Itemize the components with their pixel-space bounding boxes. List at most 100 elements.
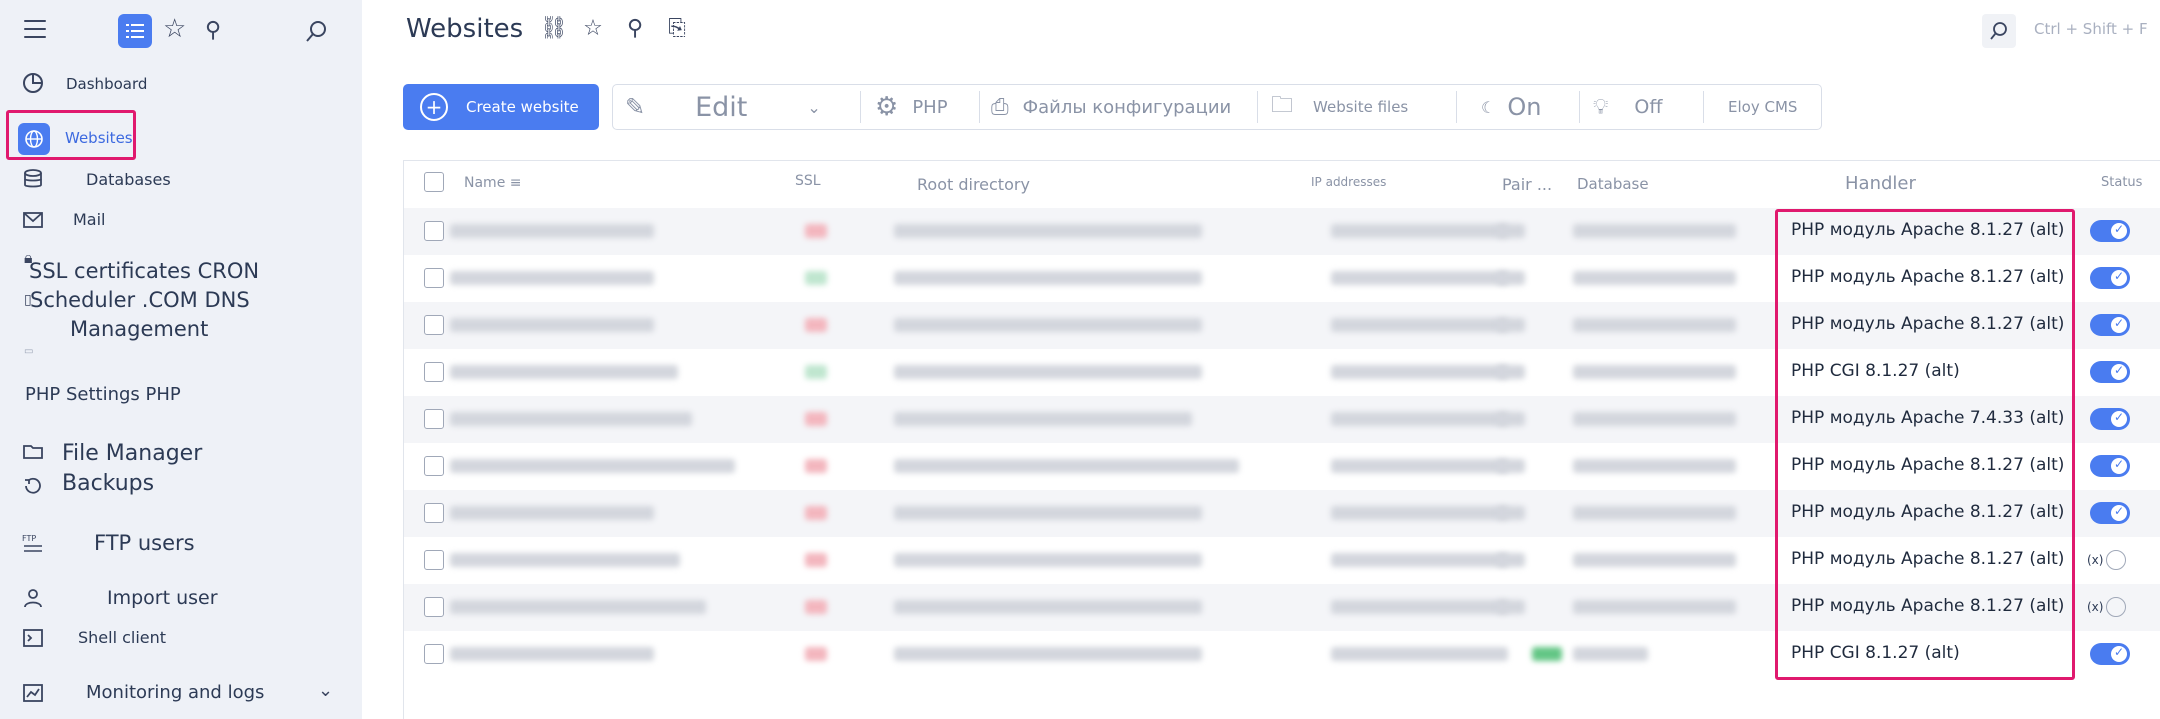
status-toggle[interactable]: ✓ bbox=[2090, 408, 2130, 430]
redacted-cell bbox=[1497, 506, 1525, 520]
column-status[interactable]: Status bbox=[2101, 175, 2142, 190]
status-toggle[interactable]: ✓ bbox=[2090, 314, 2130, 336]
redacted-cell bbox=[894, 412, 1192, 426]
sidebar: ☆ ⚲ Dashboard Websites Databases Mail 🔒︎… bbox=[0, 0, 362, 719]
star-icon[interactable]: ☆ bbox=[582, 16, 604, 41]
row-checkbox[interactable] bbox=[424, 268, 444, 288]
sidebar-item-monitoring[interactable]: Monitoring and logs bbox=[86, 682, 264, 703]
sidebar-item-databases[interactable]: Databases bbox=[86, 170, 171, 189]
status-toggle-off[interactable]: (x) bbox=[2087, 597, 2127, 617]
status-toggle[interactable]: ✓ bbox=[2090, 643, 2130, 665]
svg-text:FTP: FTP bbox=[22, 534, 36, 543]
row-checkbox[interactable] bbox=[424, 315, 444, 335]
sidebar-item-dashboard[interactable]: Dashboard bbox=[66, 75, 147, 93]
redacted-cell bbox=[805, 459, 827, 473]
column-name[interactable]: Name ≡ bbox=[464, 175, 521, 191]
config-files-button[interactable]: ⎙ Файлы конфигурации bbox=[991, 85, 1231, 129]
check-icon: ✓ bbox=[2113, 410, 2124, 424]
link-icon[interactable]: ⛓ bbox=[540, 16, 568, 41]
sidebar-item-file-manager[interactable]: File Manager bbox=[62, 441, 202, 466]
database-icon bbox=[24, 169, 42, 188]
redacted-cell bbox=[1573, 647, 1648, 661]
menu-icon[interactable] bbox=[24, 20, 46, 40]
status-toggle[interactable]: ✓ bbox=[2090, 502, 2130, 524]
on-button[interactable]: ☾ On bbox=[1481, 85, 1541, 129]
off-marker: (x) bbox=[2087, 553, 2104, 567]
sidebar-item-import-user[interactable]: Import user bbox=[107, 587, 218, 609]
document-icon[interactable]: ⎘ bbox=[666, 16, 688, 41]
redacted-cell bbox=[1573, 459, 1736, 473]
website-files-button[interactable]: 🗀︎ Website files bbox=[1271, 85, 1408, 129]
redacted-cell bbox=[1497, 600, 1525, 614]
redacted-cell bbox=[450, 318, 654, 332]
sidebar-item-php-settings[interactable]: PHP Settings PHP bbox=[25, 384, 181, 405]
column-ip[interactable]: IP addresses bbox=[1311, 175, 1386, 189]
select-all-checkbox[interactable] bbox=[424, 172, 444, 192]
sidebar-item-websites[interactable]: Websites bbox=[65, 129, 133, 147]
redacted-cell bbox=[1532, 647, 1562, 661]
status-toggle[interactable]: ✓ bbox=[2090, 455, 2130, 477]
sidebar-item-backups[interactable]: Backups bbox=[62, 471, 154, 496]
status-toggle-off[interactable]: (x) bbox=[2087, 550, 2127, 570]
search-icon[interactable] bbox=[304, 18, 330, 48]
sidebar-item-shell-client[interactable]: Shell client bbox=[78, 628, 166, 647]
backup-icon bbox=[25, 477, 41, 494]
php-button[interactable]: ⚙ PHP bbox=[875, 85, 948, 129]
status-toggle[interactable]: ✓ bbox=[2090, 267, 2130, 289]
column-database[interactable]: Database bbox=[1577, 175, 1649, 193]
redacted-cell bbox=[1497, 459, 1525, 473]
redacted-cell bbox=[1573, 271, 1736, 285]
row-checkbox[interactable] bbox=[424, 362, 444, 382]
list-view-icon[interactable] bbox=[118, 14, 152, 48]
pin-icon[interactable]: ⚲ bbox=[624, 16, 646, 41]
row-checkbox[interactable] bbox=[424, 503, 444, 523]
ftp-icon: FTP bbox=[22, 534, 42, 552]
table-header: Name ≡ SSL Root directory IP addresses P… bbox=[404, 161, 2160, 207]
sidebar-item-mail[interactable]: Mail bbox=[73, 210, 106, 229]
status-toggle[interactable]: ✓ bbox=[2090, 361, 2130, 383]
pencil-icon: ✎ bbox=[625, 93, 646, 121]
dashboard-icon bbox=[23, 73, 43, 93]
redacted-cell bbox=[894, 600, 1202, 614]
sidebar-item-ssl[interactable]: SSL certificates CRON bbox=[29, 259, 259, 283]
column-pair[interactable]: Pair ... bbox=[1502, 175, 1552, 194]
redacted-cell bbox=[805, 365, 827, 379]
edit-button[interactable]: ✎ Edit ⌄ bbox=[625, 85, 855, 129]
column-handler[interactable]: Handler bbox=[1845, 173, 1916, 194]
main-content: Websites ⛓ ☆ ⚲ ⎘ Ctrl + Shift + F + Crea… bbox=[362, 0, 2160, 719]
row-checkbox[interactable] bbox=[424, 409, 444, 429]
status-toggle[interactable]: ✓ bbox=[2090, 220, 2130, 242]
redacted-cell bbox=[1497, 318, 1525, 332]
row-checkbox[interactable] bbox=[424, 221, 444, 241]
column-root-directory[interactable]: Root directory bbox=[917, 175, 1030, 194]
row-checkbox[interactable] bbox=[424, 644, 444, 664]
check-icon: ✓ bbox=[2113, 457, 2124, 471]
toggle-knob bbox=[2106, 550, 2127, 570]
favorites-icon[interactable]: ☆ bbox=[163, 16, 186, 42]
redacted-cell bbox=[1331, 506, 1508, 520]
row-checkbox[interactable] bbox=[424, 597, 444, 617]
redacted-cell bbox=[894, 553, 1202, 567]
tree-icon[interactable]: ⚲ bbox=[205, 18, 221, 43]
sidebar-item-scheduler[interactable]: Scheduler .COM DNS bbox=[30, 288, 250, 312]
row-checkbox[interactable] bbox=[424, 456, 444, 476]
global-search-icon[interactable] bbox=[1982, 14, 2016, 48]
cms-button[interactable]: Eloy CMS bbox=[1728, 85, 1797, 129]
redacted-cell bbox=[1331, 647, 1508, 661]
column-ssl[interactable]: SSL bbox=[795, 173, 821, 189]
check-icon: ✓ bbox=[2113, 645, 2124, 659]
redacted-cell bbox=[805, 647, 827, 661]
redacted-cell bbox=[1573, 553, 1736, 567]
row-checkbox[interactable] bbox=[424, 550, 444, 570]
check-icon: ✓ bbox=[2113, 363, 2124, 377]
sidebar-item-ftp-users[interactable]: FTP users bbox=[94, 531, 195, 555]
redacted-cell bbox=[805, 224, 827, 238]
toolbar: ✎ Edit ⌄ ⚙ PHP ⎙ Файлы конфигурации 🗀︎ W… bbox=[612, 84, 1822, 130]
redacted-cell bbox=[894, 459, 1239, 473]
create-website-button[interactable]: + Create website bbox=[403, 84, 599, 130]
sidebar-item-dns-management[interactable]: Management bbox=[70, 317, 208, 341]
off-button[interactable]: 💡︎ Off bbox=[1593, 85, 1662, 129]
chevron-down-icon: ⌄ bbox=[807, 97, 821, 117]
redacted-cell bbox=[1573, 506, 1736, 520]
chevron-down-icon[interactable]: ⌄ bbox=[318, 680, 340, 702]
